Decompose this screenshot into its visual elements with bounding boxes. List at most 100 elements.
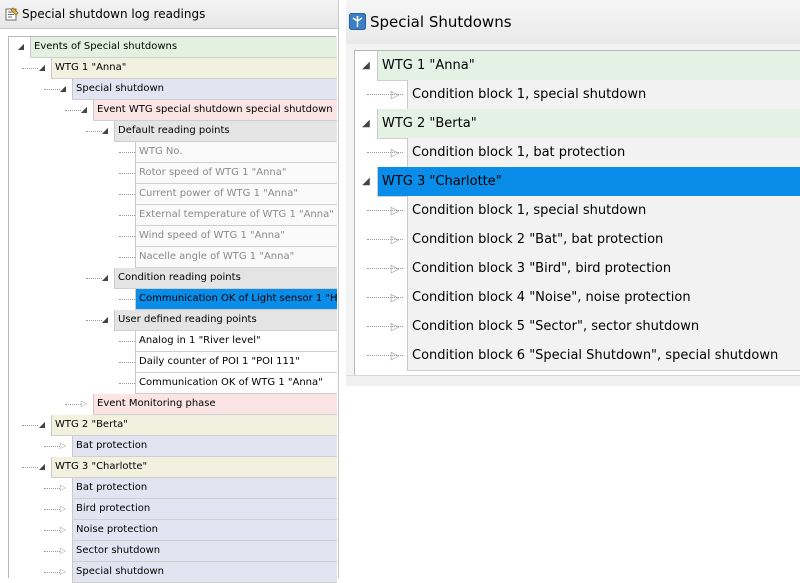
tree-node-label: Condition block 5 "Sector", sector shutd… bbox=[407, 312, 800, 342]
tree-connector bbox=[119, 383, 135, 384]
expanded-arrow-icon[interactable]: ◢ bbox=[99, 121, 111, 141]
expanded-arrow-icon[interactable]: ◢ bbox=[36, 415, 48, 435]
tree-leaf-wind-speed[interactable]: Wind speed of WTG 1 "Anna" bbox=[9, 226, 337, 247]
log-readings-titlebar: Special shutdown log readings bbox=[0, 0, 338, 29]
special-shutdowns-panel: Special Shutdowns ◢ WTG 1 "Anna" ▷ Condi… bbox=[346, 0, 800, 386]
tree-node-wtg-berta[interactable]: ◢ WTG 2 "Berta" bbox=[355, 109, 800, 139]
special-shutdowns-icon bbox=[349, 13, 366, 30]
tree-connector bbox=[119, 341, 135, 342]
tree-node-default-reading-points[interactable]: ◢ Default reading points bbox=[9, 121, 337, 142]
tree-leaf-current-power[interactable]: Current power of WTG 1 "Anna" bbox=[9, 184, 337, 205]
collapsed-arrow-icon[interactable]: ▷ bbox=[57, 520, 69, 540]
collapsed-arrow-icon[interactable]: ▷ bbox=[388, 283, 402, 312]
tree-node-label: Default reading points bbox=[114, 121, 337, 142]
log-readings-tree: ◢ Events of Special shutdowns ◢ WTG 1 "A… bbox=[8, 36, 337, 583]
tree-node-event-special-shutdown[interactable]: ◢ Event WTG special shutdown special shu… bbox=[9, 100, 337, 121]
tree-leaf-communication-wtg-anna[interactable]: Communication OK of WTG 1 "Anna" bbox=[9, 373, 337, 394]
tree-node-event-monitoring-phase[interactable]: ▷ Event Monitoring phase bbox=[9, 394, 337, 415]
tree-node-berta-condition-block-1[interactable]: ▷ Condition block 1, bat protection bbox=[355, 138, 800, 168]
tree-node-wtg-anna[interactable]: ◢ WTG 1 "Anna" bbox=[9, 58, 337, 79]
tree-node-charlotte-condition-block-4[interactable]: ▷ Condition block 4 "Noise", noise prote… bbox=[355, 283, 800, 313]
tree-connector bbox=[119, 152, 135, 153]
panel-footer bbox=[346, 375, 800, 386]
collapsed-arrow-icon[interactable]: ▷ bbox=[57, 562, 69, 582]
tree-node-label: Special shutdown bbox=[72, 79, 337, 100]
tree-leaf-rotor-speed[interactable]: Rotor speed of WTG 1 "Anna" bbox=[9, 163, 337, 184]
tree-node-special-shutdown[interactable]: ◢ Special shutdown bbox=[9, 79, 337, 100]
special-shutdowns-titlebar: Special Shutdowns bbox=[346, 0, 800, 44]
expanded-arrow-icon[interactable]: ◢ bbox=[36, 58, 48, 78]
tree-node-label: External temperature of WTG 1 "Anna" bbox=[135, 205, 337, 226]
collapsed-arrow-icon[interactable]: ▷ bbox=[388, 254, 402, 283]
tree-leaf-external-temperature[interactable]: External temperature of WTG 1 "Anna" bbox=[9, 205, 337, 226]
collapsed-arrow-icon[interactable]: ▷ bbox=[388, 341, 402, 370]
tree-leaf-nacelle-angle[interactable]: Nacelle angle of WTG 1 "Anna" bbox=[9, 247, 337, 268]
expanded-arrow-icon[interactable]: ◢ bbox=[359, 51, 373, 80]
tree-node-wtg-charlotte[interactable]: ◢ WTG 3 "Charlotte" bbox=[9, 457, 337, 478]
tree-node-label: Communication OK of WTG 1 "Anna" bbox=[135, 373, 337, 394]
tree-node-berta-bat-protection[interactable]: ▷ Bat protection bbox=[9, 436, 337, 457]
collapsed-arrow-icon[interactable]: ▷ bbox=[388, 80, 402, 109]
tree-leaf-wtg-no[interactable]: WTG No. bbox=[9, 142, 337, 163]
tree-leaf-analog-river-level[interactable]: Analog in 1 "River level" bbox=[9, 331, 337, 352]
special-shutdowns-tree: ◢ WTG 1 "Anna" ▷ Condition block 1, spec… bbox=[354, 50, 800, 375]
collapsed-arrow-icon[interactable]: ▷ bbox=[57, 478, 69, 498]
tree-node-charlotte-condition-block-6[interactable]: ▷ Condition block 6 "Special Shutdown", … bbox=[355, 341, 800, 371]
tree-node-label: Bat protection bbox=[72, 436, 337, 457]
tree-connector bbox=[119, 257, 135, 258]
tree-node-charlotte-special-shutdown[interactable]: ▷ Special shutdown bbox=[9, 562, 337, 583]
tree-node-anna-condition-block-1[interactable]: ▷ Condition block 1, special shutdown bbox=[355, 80, 800, 110]
tree-node-label: Condition block 4 "Noise", noise protect… bbox=[407, 283, 800, 313]
expanded-arrow-icon[interactable]: ◢ bbox=[99, 310, 111, 330]
expanded-arrow-icon[interactable]: ◢ bbox=[359, 167, 373, 196]
collapsed-arrow-icon[interactable]: ▷ bbox=[78, 394, 90, 414]
tree-node-condition-reading-points[interactable]: ◢ Condition reading points bbox=[9, 268, 337, 289]
tree-node-wtg-charlotte[interactable]: ◢ WTG 3 "Charlotte" bbox=[355, 167, 800, 197]
tree-leaf-daily-counter[interactable]: Daily counter of POI 1 "POI 111" bbox=[9, 352, 337, 373]
tree-connector bbox=[119, 173, 135, 174]
tree-node-charlotte-condition-block-5[interactable]: ▷ Condition block 5 "Sector", sector shu… bbox=[355, 312, 800, 342]
tree-node-label: Communication OK of Light sensor 1 "Hau bbox=[135, 289, 337, 310]
tree-node-label: Sector shutdown bbox=[72, 541, 337, 562]
expanded-arrow-icon[interactable]: ◢ bbox=[78, 100, 90, 120]
expanded-arrow-icon[interactable]: ◢ bbox=[36, 457, 48, 477]
special-shutdowns-title: Special Shutdowns bbox=[370, 13, 512, 31]
collapsed-arrow-icon[interactable]: ▷ bbox=[57, 499, 69, 519]
tree-connector bbox=[119, 194, 135, 195]
tree-node-label: Nacelle angle of WTG 1 "Anna" bbox=[135, 247, 337, 268]
tree-node-charlotte-sector-shutdown[interactable]: ▷ Sector shutdown bbox=[9, 541, 337, 562]
expanded-arrow-icon[interactable]: ◢ bbox=[57, 79, 69, 99]
tree-node-label: Condition reading points bbox=[114, 268, 337, 289]
collapsed-arrow-icon[interactable]: ▷ bbox=[57, 436, 69, 456]
tree-node-charlotte-bird-protection[interactable]: ▷ Bird protection bbox=[9, 499, 337, 520]
tree-node-events-root[interactable]: ◢ Events of Special shutdowns bbox=[9, 37, 337, 58]
tree-node-label: WTG 2 "Berta" bbox=[377, 109, 800, 139]
tree-node-wtg-anna[interactable]: ◢ WTG 1 "Anna" bbox=[355, 51, 800, 81]
tree-node-wtg-berta[interactable]: ◢ WTG 2 "Berta" bbox=[9, 415, 337, 436]
expanded-arrow-icon[interactable]: ◢ bbox=[15, 37, 27, 57]
collapsed-arrow-icon[interactable]: ▷ bbox=[388, 138, 402, 167]
tree-node-charlotte-bat-protection[interactable]: ▷ Bat protection bbox=[9, 478, 337, 499]
collapsed-arrow-icon[interactable]: ▷ bbox=[57, 541, 69, 561]
tree-node-charlotte-condition-block-1[interactable]: ▷ Condition block 1, special shutdown bbox=[355, 196, 800, 226]
collapsed-arrow-icon[interactable]: ▷ bbox=[388, 196, 402, 225]
tree-node-label: Condition block 2 "Bat", bat protection bbox=[407, 225, 800, 255]
tree-node-label: Rotor speed of WTG 1 "Anna" bbox=[135, 163, 337, 184]
tree-node-label: WTG 3 "Charlotte" bbox=[51, 457, 337, 478]
tree-node-label: WTG 1 "Anna" bbox=[377, 51, 800, 81]
tree-node-charlotte-noise-protection[interactable]: ▷ Noise protection bbox=[9, 520, 337, 541]
collapsed-arrow-icon[interactable]: ▷ bbox=[388, 312, 402, 341]
tree-node-label: WTG 3 "Charlotte" bbox=[377, 167, 800, 197]
tree-node-label: Event Monitoring phase bbox=[93, 394, 337, 415]
expanded-arrow-icon[interactable]: ◢ bbox=[99, 268, 111, 288]
tree-node-charlotte-condition-block-2[interactable]: ▷ Condition block 2 "Bat", bat protectio… bbox=[355, 225, 800, 255]
collapsed-arrow-icon[interactable]: ▷ bbox=[388, 225, 402, 254]
log-readings-icon bbox=[5, 7, 19, 21]
tree-leaf-communication-light-sensor[interactable]: Communication OK of Light sensor 1 "Hau bbox=[9, 289, 337, 310]
expanded-arrow-icon[interactable]: ◢ bbox=[359, 109, 373, 138]
tree-node-user-defined-reading-points[interactable]: ◢ User defined reading points bbox=[9, 310, 337, 331]
tree-node-label: User defined reading points bbox=[114, 310, 337, 331]
tree-node-charlotte-condition-block-3[interactable]: ▷ Condition block 3 "Bird", bird protect… bbox=[355, 254, 800, 284]
tree-connector bbox=[119, 362, 135, 363]
tree-node-label: WTG 1 "Anna" bbox=[51, 58, 337, 79]
